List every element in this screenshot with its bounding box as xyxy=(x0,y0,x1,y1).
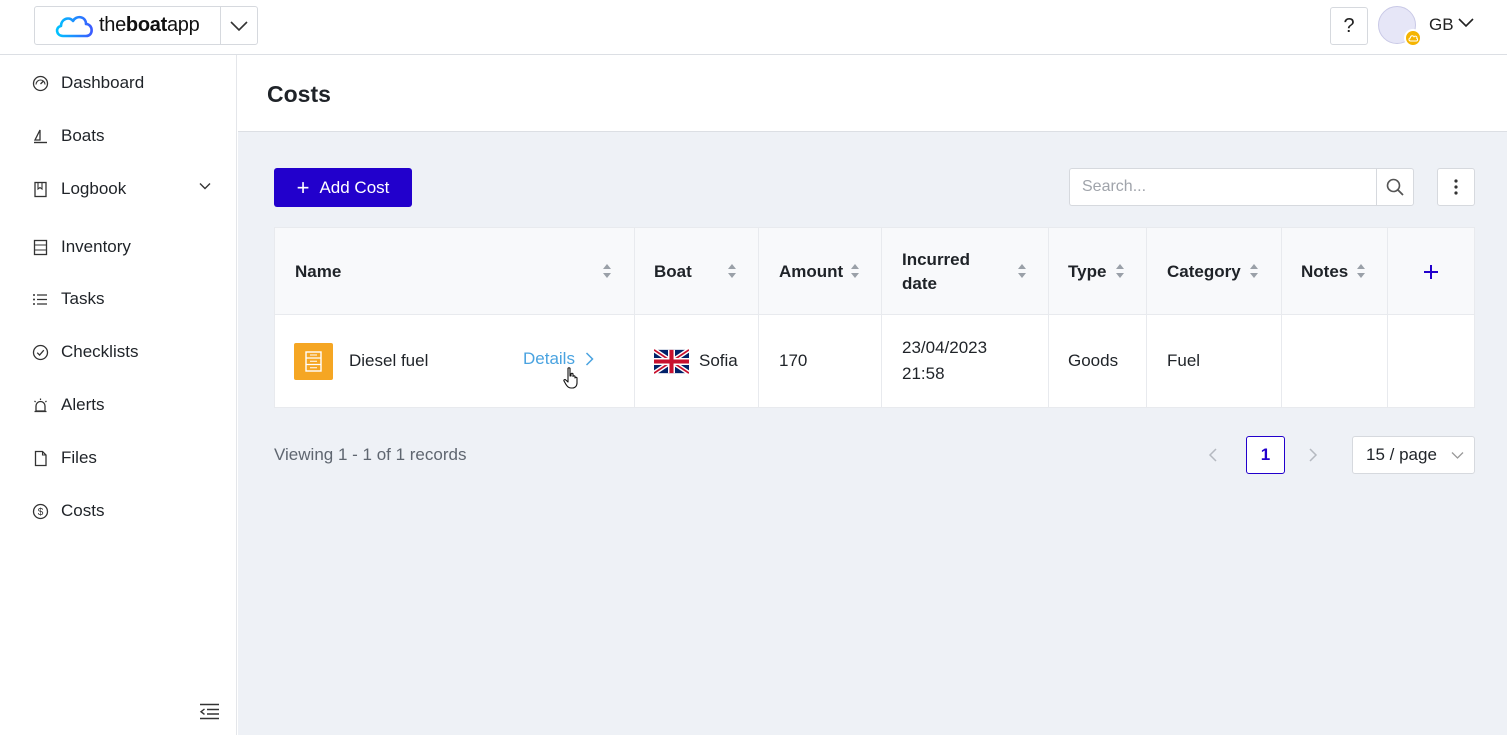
search-box xyxy=(1069,168,1414,206)
column-header-category[interactable]: Category xyxy=(1147,228,1282,315)
sidebar-item-label: Costs xyxy=(61,501,105,520)
sort-icon[interactable] xyxy=(1356,262,1366,280)
sort-icon[interactable] xyxy=(602,262,612,280)
sidebar: Dashboard Boats Logbook Inventory Tasks … xyxy=(0,55,237,735)
hand-cursor-icon xyxy=(563,367,578,389)
table-row-boat-cell: Sofia xyxy=(635,315,759,407)
page-title: Costs xyxy=(267,81,331,107)
table-row-type-cell: Goods xyxy=(1049,315,1147,407)
add-cost-button[interactable]: + Add Cost xyxy=(274,168,412,207)
sailboat-icon xyxy=(31,127,49,145)
table-row-name-cell: Diesel fuel Details xyxy=(275,315,635,407)
user-menu-chevron-icon[interactable] xyxy=(1458,17,1474,28)
table-row-notes-cell xyxy=(1282,315,1388,407)
table-row-amount-cell: 170 xyxy=(759,315,882,407)
sort-icon[interactable] xyxy=(727,262,737,280)
column-header-name[interactable]: Name xyxy=(275,228,635,315)
user-initials[interactable]: GB xyxy=(1429,15,1454,35)
cloud-badge-icon xyxy=(1404,29,1422,47)
column-header-boat[interactable]: Boat xyxy=(635,228,759,315)
top-bar: theboatapp ? GB xyxy=(0,0,1507,55)
chevron-right-icon xyxy=(585,352,594,366)
cloud-logo-icon xyxy=(55,15,93,37)
page-size-select[interactable]: 15 / page xyxy=(1352,436,1475,474)
sidebar-item-costs[interactable]: $ Costs xyxy=(31,499,221,523)
check-circle-icon xyxy=(31,343,49,361)
sidebar-item-checklists[interactable]: Checklists xyxy=(31,340,221,364)
svg-text:$: $ xyxy=(37,507,43,518)
costs-table: Name Boat Amount Incurred date Type Categ… xyxy=(274,227,1475,408)
sidebar-item-tasks[interactable]: Tasks xyxy=(31,287,221,311)
table-row-actions-cell xyxy=(1388,315,1474,407)
search-button[interactable] xyxy=(1376,168,1414,206)
sidebar-item-label: Files xyxy=(61,448,97,467)
add-cost-label: Add Cost xyxy=(319,177,390,197)
brand-name: theboatapp xyxy=(99,14,200,36)
previous-page-icon[interactable] xyxy=(1208,448,1218,462)
list-icon xyxy=(31,290,49,308)
main-content: Costs + Add Cost Name Boat Amount Incurr… xyxy=(238,55,1507,735)
chevron-down-icon[interactable] xyxy=(199,182,211,190)
more-options-button[interactable] xyxy=(1437,168,1475,206)
app-logo[interactable]: theboatapp xyxy=(35,7,221,44)
dashboard-icon xyxy=(31,74,49,92)
page-1-button[interactable]: 1 xyxy=(1246,436,1285,474)
records-summary: Viewing 1 - 1 of 1 records xyxy=(274,445,467,464)
chevron-down-icon xyxy=(1451,452,1464,459)
table-row-date-cell: 23/04/2023 21:58 xyxy=(882,315,1049,407)
help-button[interactable]: ? xyxy=(1330,7,1368,45)
sidebar-item-boats[interactable]: Boats xyxy=(31,124,221,148)
dollar-circle-icon: $ xyxy=(31,502,49,520)
cost-name: Diesel fuel xyxy=(349,351,429,370)
more-vertical-icon xyxy=(1454,179,1458,195)
uk-flag-icon xyxy=(654,347,689,375)
page-header: Costs xyxy=(238,55,1507,132)
plus-icon: + xyxy=(296,174,310,200)
sidebar-item-label: Alerts xyxy=(61,395,105,414)
sort-icon[interactable] xyxy=(850,262,860,280)
sidebar-item-inventory[interactable]: Inventory xyxy=(31,235,221,259)
next-page-icon[interactable] xyxy=(1308,448,1318,462)
collapse-sidebar-icon[interactable] xyxy=(199,703,220,720)
sidebar-item-label: Logbook xyxy=(61,179,127,198)
sidebar-item-logbook[interactable]: Logbook xyxy=(31,177,221,201)
sort-icon[interactable] xyxy=(1115,262,1125,280)
app-switcher[interactable]: theboatapp xyxy=(34,6,258,45)
sidebar-item-label: Inventory xyxy=(61,237,131,256)
sidebar-item-dashboard[interactable]: Dashboard xyxy=(31,71,221,95)
sort-icon[interactable] xyxy=(1017,262,1027,280)
column-header-notes[interactable]: Notes xyxy=(1282,228,1388,315)
sidebar-item-label: Tasks xyxy=(61,289,105,308)
sort-icon[interactable] xyxy=(1249,262,1259,280)
details-link[interactable]: Details xyxy=(523,349,594,369)
sidebar-item-files[interactable]: Files xyxy=(31,446,221,470)
chevron-down-icon xyxy=(230,20,248,31)
search-icon xyxy=(1386,178,1404,196)
file-icon xyxy=(31,449,49,467)
book-icon xyxy=(31,180,49,198)
boat-name[interactable]: Sofia xyxy=(699,351,738,371)
table-row-category-cell: Fuel xyxy=(1147,315,1282,407)
column-header-amount[interactable]: Amount xyxy=(759,228,882,315)
app-switcher-toggle[interactable] xyxy=(221,7,257,44)
plus-icon xyxy=(1424,264,1438,279)
sidebar-item-label: Boats xyxy=(61,126,105,145)
search-input[interactable] xyxy=(1069,168,1376,206)
receipt-icon xyxy=(294,342,333,380)
inventory-icon xyxy=(31,238,49,256)
column-header-incurred-date[interactable]: Incurred date xyxy=(882,228,1049,315)
sidebar-item-label: Checklists xyxy=(61,342,139,361)
alarm-icon xyxy=(31,396,49,414)
sidebar-item-alerts[interactable]: Alerts xyxy=(31,393,221,417)
sidebar-item-label: Dashboard xyxy=(61,73,145,92)
column-header-type[interactable]: Type xyxy=(1049,228,1147,315)
add-column-button[interactable] xyxy=(1388,228,1474,315)
